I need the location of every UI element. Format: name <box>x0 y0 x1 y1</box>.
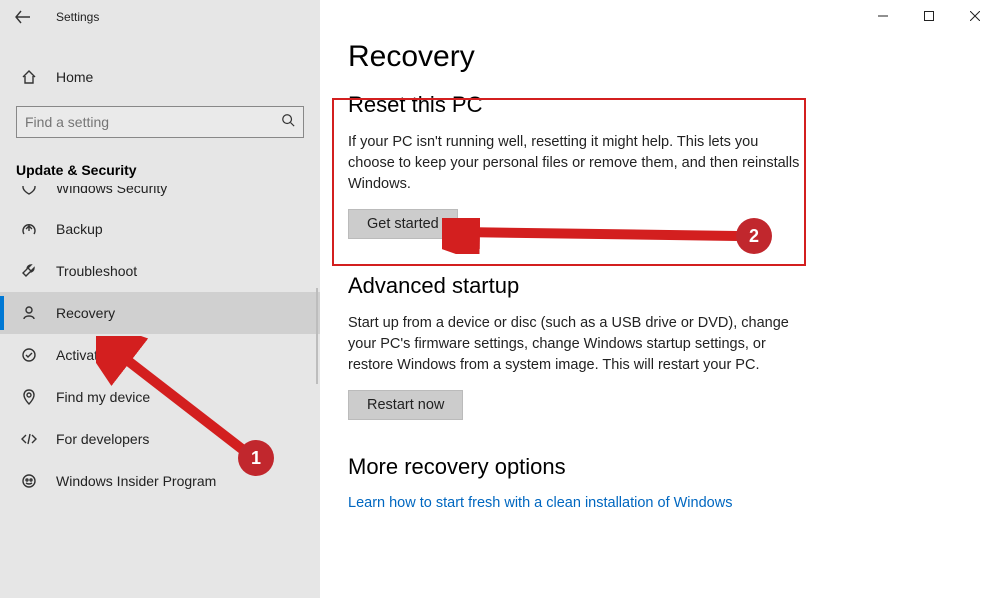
window-title: Settings <box>56 10 99 24</box>
sidebar-nav: Windows Security Backup Troubleshoot <box>0 186 320 598</box>
sidebar-item-recovery[interactable]: Recovery <box>0 292 320 334</box>
section-heading: Advanced startup <box>348 273 962 299</box>
sidebar-item-home[interactable]: Home <box>0 58 320 96</box>
insider-icon <box>20 472 38 490</box>
section-body: Start up from a device or disc (such as … <box>348 313 808 376</box>
scrollbar-indicator[interactable] <box>316 288 318 384</box>
search-input[interactable] <box>16 106 304 138</box>
sidebar-item-windows-insider[interactable]: Windows Insider Program <box>0 460 320 502</box>
section-body: If your PC isn't running well, resetting… <box>348 132 808 195</box>
recovery-icon <box>20 304 38 322</box>
sidebar: Settings Home Update & Security <box>0 0 320 598</box>
section-advanced-startup: Advanced startup Start up from a device … <box>348 273 962 420</box>
sidebar-item-label: Recovery <box>56 305 115 321</box>
sidebar-item-label: Find my device <box>56 389 150 405</box>
page-title: Recovery <box>348 40 962 74</box>
developer-icon <box>20 430 38 448</box>
wrench-icon <box>20 262 38 280</box>
search-icon <box>281 113 295 132</box>
sidebar-item-label: Troubleshoot <box>56 263 137 279</box>
location-icon <box>20 388 38 406</box>
close-button[interactable] <box>952 0 998 32</box>
sidebar-section-title: Update & Security <box>0 144 320 186</box>
sidebar-item-label: Home <box>56 69 93 85</box>
sidebar-item-label: For developers <box>56 431 149 447</box>
sidebar-item-activation[interactable]: Activation <box>0 334 320 376</box>
minimize-button[interactable] <box>860 0 906 32</box>
sidebar-item-for-developers[interactable]: For developers <box>0 418 320 460</box>
window-controls <box>860 0 998 32</box>
titlebar: Settings <box>0 0 320 34</box>
sidebar-item-label: Windows Insider Program <box>56 473 216 489</box>
sidebar-item-troubleshoot[interactable]: Troubleshoot <box>0 250 320 292</box>
section-heading: More recovery options <box>348 454 962 480</box>
sidebar-item-backup[interactable]: Backup <box>0 208 320 250</box>
get-started-button[interactable]: Get started <box>348 209 458 239</box>
back-button[interactable] <box>14 8 32 26</box>
start-fresh-link[interactable]: Learn how to start fresh with a clean in… <box>348 495 732 511</box>
search-field[interactable] <box>25 114 281 130</box>
check-circle-icon <box>20 346 38 364</box>
restart-now-button[interactable]: Restart now <box>348 390 463 420</box>
sidebar-item-windows-security[interactable]: Windows Security <box>0 186 320 208</box>
sidebar-item-label: Windows Security <box>56 186 167 196</box>
maximize-button[interactable] <box>906 0 952 32</box>
main-content: Recovery Reset this PC If your PC isn't … <box>320 0 998 598</box>
section-reset-this-pc: Reset this PC If your PC isn't running w… <box>348 92 962 239</box>
shield-icon <box>20 186 38 196</box>
sidebar-item-find-my-device[interactable]: Find my device <box>0 376 320 418</box>
section-heading: Reset this PC <box>348 92 962 118</box>
section-more-recovery-options: More recovery options Learn how to start… <box>348 454 962 512</box>
sidebar-item-label: Backup <box>56 221 103 237</box>
home-icon <box>20 68 38 86</box>
backup-icon <box>20 220 38 238</box>
sidebar-item-label: Activation <box>56 347 117 363</box>
